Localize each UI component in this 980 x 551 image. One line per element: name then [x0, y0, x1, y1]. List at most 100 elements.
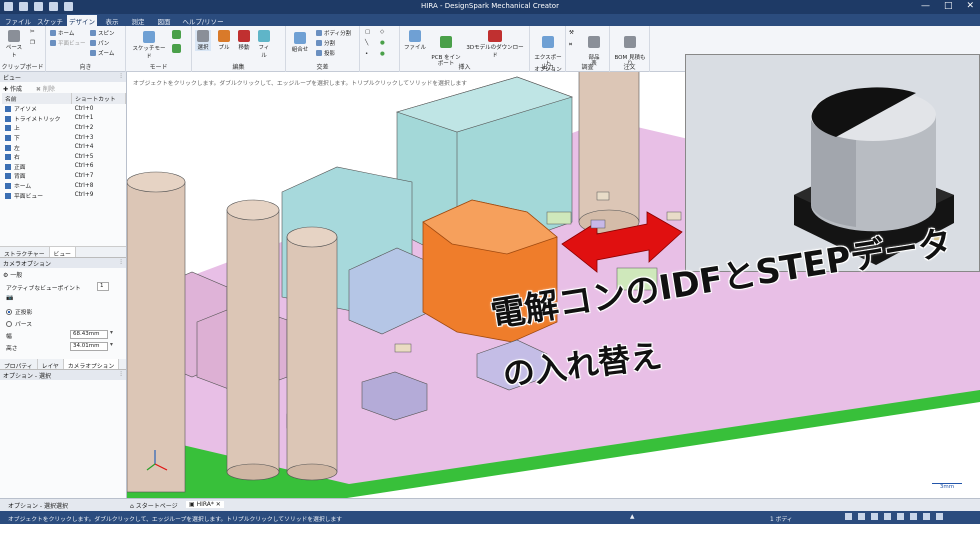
tab-select[interactable]: 選択 [56, 501, 68, 510]
create-view-button[interactable]: ✚ 作成 [3, 86, 28, 93]
table-row[interactable]: 正面 Ctrl+6 [2, 162, 126, 172]
smd-pad[interactable] [596, 191, 610, 201]
pin-icon[interactable]: ⵗ [120, 259, 122, 266]
width-field[interactable]: 68.43mm [70, 329, 108, 339]
snap-icon[interactable] [884, 513, 891, 520]
sketch-mode-button[interactable]: スケッチモード [132, 31, 166, 60]
home-button[interactable]: ホーム [50, 29, 74, 37]
delete-view-button[interactable]: ✖ 削除 [36, 86, 61, 93]
table-row[interactable]: アイソメ Ctrl+0 [2, 104, 126, 114]
tab-camera-options[interactable]: カメラオプション [63, 358, 120, 370]
split-body-button[interactable]: ボディ分割 [316, 29, 351, 37]
tab-layers[interactable]: レイヤ [38, 358, 64, 370]
move-icon [238, 30, 250, 42]
measure-icon[interactable]: ⌗ [569, 42, 572, 49]
tab-properties[interactable]: プロパティ [0, 358, 38, 370]
fill-icon [258, 30, 270, 42]
display-icon[interactable] [923, 513, 930, 520]
project-button[interactable]: 投影 [316, 49, 335, 57]
box-select-icon[interactable] [871, 513, 878, 520]
pin-icon[interactable]: ⵗ [120, 371, 122, 378]
move-button[interactable]: 移動 [236, 30, 252, 51]
sphere-icon[interactable]: ● [380, 40, 385, 46]
pull-button[interactable]: プル [216, 30, 232, 51]
axis-icon[interactable]: ╲ [365, 40, 368, 46]
tab-views[interactable]: ビュー [49, 246, 76, 258]
intersect-group: 組合せ ボディ分割 分割 投影 交差 [286, 26, 360, 72]
combine-button[interactable]: 組合せ [290, 32, 310, 53]
maximize-button[interactable]: □ [944, 1, 953, 11]
column-header-shortcut[interactable]: ショートカット [71, 93, 126, 104]
tab-sketch[interactable]: スケッチ [36, 15, 64, 26]
tab-file[interactable]: ファイル [4, 15, 32, 26]
projection-ortho-option[interactable]: 正投影 [0, 305, 126, 317]
tools-icon[interactable]: ⚒ [569, 30, 574, 36]
minimize-button[interactable]: — [921, 1, 930, 11]
spin-button[interactable]: スピン [90, 29, 115, 37]
smd-pad[interactable] [394, 343, 412, 353]
smd-pad[interactable] [590, 219, 606, 229]
table-row[interactable]: 下 Ctrl+3 [2, 133, 126, 143]
section-mode-icon[interactable] [172, 30, 181, 40]
column-header-name[interactable]: 名前 [2, 93, 73, 104]
shell-icon[interactable]: ◇ [380, 29, 384, 35]
pan-button[interactable]: パン [90, 39, 109, 47]
table-row[interactable]: 背面 Ctrl+7 [2, 171, 126, 181]
tab-document-hira[interactable]: ▣ HIRA* ✕ [186, 501, 224, 508]
filter-icon[interactable] [858, 513, 865, 520]
active-view-point-select[interactable]: 1 [97, 281, 109, 291]
split-button[interactable]: 分割 [316, 39, 335, 47]
split-icon [316, 40, 322, 46]
tab-view[interactable]: 表示 [101, 15, 123, 26]
table-row[interactable]: ホーム Ctrl+8 [2, 181, 126, 191]
camera-icon[interactable]: 📷 [6, 295, 13, 301]
tab-measure[interactable]: 測定 [127, 15, 149, 26]
tab-drawing[interactable]: 図面 [153, 15, 175, 26]
table-row[interactable]: 右 Ctrl+5 [2, 152, 126, 162]
zoom-button[interactable]: ズーム [90, 49, 114, 57]
general-section[interactable]: ⚙ 一般 [0, 268, 126, 281]
insert-file-button[interactable]: ファイル [404, 30, 426, 51]
copy-icon[interactable]: ❐ [30, 40, 35, 46]
table-row[interactable]: 平面ビュー Ctrl+9 [2, 190, 126, 200]
cylinder-icon[interactable]: ● [380, 51, 385, 57]
cube-view-icon [5, 163, 11, 170]
settings-icon[interactable] [936, 513, 943, 520]
cut-icon[interactable]: ✂ [30, 29, 35, 35]
tab-structure[interactable]: ストラクチャー [0, 246, 50, 258]
view-icon[interactable] [910, 513, 917, 520]
capacitor-cylinder[interactable] [226, 209, 280, 473]
select-button[interactable]: 選択 [195, 30, 211, 51]
table-row[interactable]: トライメトリック Ctrl+1 [2, 114, 126, 124]
fill-button[interactable]: フィル [256, 30, 272, 59]
edit-group: 選択 プル 移動 フィル 編集 [192, 26, 286, 72]
projection-persp-option[interactable]: パース [0, 317, 126, 329]
table-row[interactable]: 上 Ctrl+2 [2, 123, 126, 133]
zoom-icon[interactable] [897, 513, 904, 520]
capacitor-cylinder[interactable] [127, 181, 186, 493]
window-title: HIRA - DesignSpark Mechanical Creator [421, 2, 559, 10]
3d-model-download-button[interactable]: 3Dモデルのダウンロード [464, 30, 526, 59]
pin-icon[interactable]: ⵗ [120, 73, 122, 80]
cube-view-icon [5, 125, 11, 132]
zoom-icon [90, 50, 96, 56]
smd-pad[interactable] [666, 211, 682, 221]
tab-options-select[interactable]: オプション - 選択 [8, 501, 56, 510]
tab-design[interactable]: デザイン [67, 15, 97, 26]
plane-view-button[interactable]: 平面ビュー [50, 39, 86, 47]
table-row[interactable]: 左 Ctrl+4 [2, 142, 126, 152]
point-icon[interactable]: • [365, 51, 368, 57]
height-field[interactable]: 34.01mm [70, 341, 108, 351]
tab-help-resources[interactable]: ヘルプ/リソース [180, 15, 226, 36]
chevron-down-icon[interactable]: ▾ [110, 330, 113, 336]
select-mode-icon[interactable] [845, 513, 852, 520]
3d-mode-icon[interactable] [172, 44, 181, 54]
smd-pad[interactable] [546, 211, 572, 225]
warning-icon[interactable]: ▲ [630, 514, 634, 520]
close-button[interactable]: ✕ [966, 1, 974, 11]
plane-icon[interactable]: ▢ [365, 29, 370, 35]
capacitor-cylinder[interactable] [286, 236, 338, 473]
paste-button[interactable]: ペースト [4, 30, 24, 59]
tab-start-page[interactable]: ⌂ スタートページ [130, 501, 178, 510]
chevron-down-icon[interactable]: ▾ [110, 342, 113, 348]
